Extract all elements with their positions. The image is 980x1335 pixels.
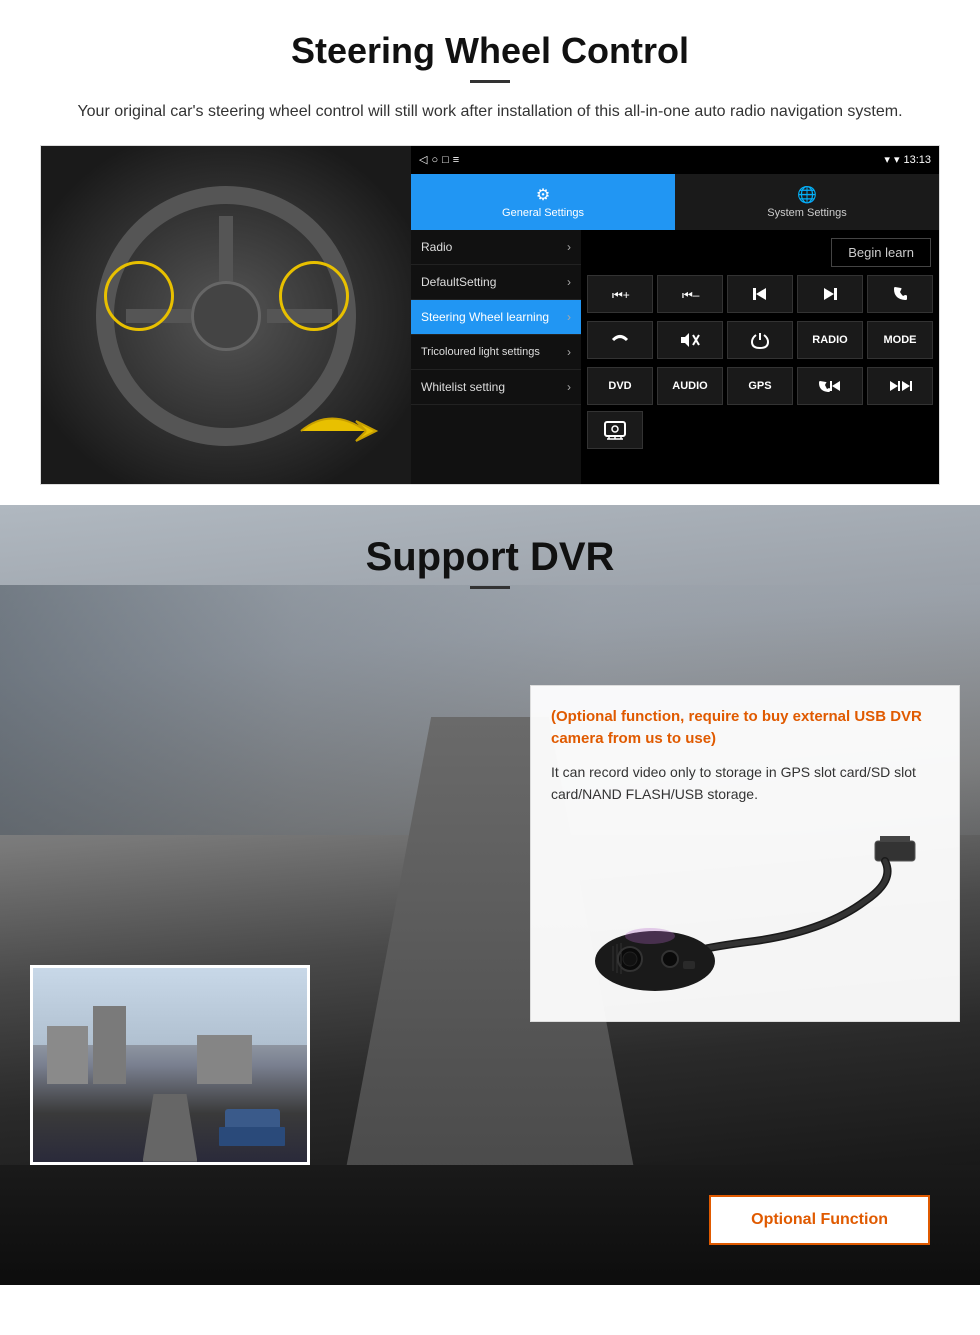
svg-text:⏮–: ⏮– [682, 288, 700, 302]
dvr-divider [470, 586, 510, 589]
ctrl-vol-down[interactable]: ⏮– [657, 275, 723, 313]
next-track-icon [820, 284, 840, 304]
tab-general-settings[interactable]: ⚙ General Settings [411, 174, 675, 230]
wheel-spoke-top [219, 216, 233, 281]
control-row-4 [581, 409, 939, 451]
ctrl-power[interactable] [727, 321, 793, 359]
menu-item-whitelist[interactable]: Whitelist setting › [411, 370, 581, 405]
dvr-camera-svg [555, 821, 935, 1001]
menu-item-steering-wheel[interactable]: Steering Wheel learning › [411, 300, 581, 335]
menu-item-default-setting[interactable]: DefaultSetting › [411, 265, 581, 300]
menu-steering-label: Steering Wheel learning [421, 310, 549, 324]
menu-radio-label: Radio [421, 240, 452, 254]
nav-home-icon: ○ [431, 154, 438, 166]
tab-system-settings[interactable]: 🌐 System Settings [675, 174, 939, 230]
tab-general-label: General Settings [502, 207, 584, 219]
steering-photo-bg [41, 146, 411, 485]
ctrl-prev-track[interactable] [727, 275, 793, 313]
ctrl-phone-prev[interactable] [797, 367, 863, 405]
extra-icon [603, 420, 627, 440]
menu-item-radio[interactable]: Radio › [411, 230, 581, 265]
ctrl-radio[interactable]: RADIO [797, 321, 863, 359]
dvr-info-card: (Optional function, require to buy exter… [530, 685, 960, 1023]
ctrl-phone[interactable] [867, 275, 933, 313]
dvr-optional-text: (Optional function, require to buy exter… [551, 706, 939, 751]
steering-photo [41, 146, 411, 485]
title-divider [470, 80, 510, 83]
tab-system-label: System Settings [767, 207, 846, 219]
optional-function-button[interactable]: Optional Function [709, 1195, 930, 1245]
highlight-circle-left [104, 261, 174, 331]
nav-back-icon: ◁ [419, 153, 427, 166]
dvr-section: Support DVR (Optional function, require … [0, 505, 980, 1285]
dvr-heading: Support DVR [0, 535, 980, 580]
ctrl-gps[interactable]: GPS [727, 367, 793, 405]
dvr-title-block: Support DVR [0, 535, 980, 589]
steering-title: Steering Wheel Control [40, 30, 940, 72]
hangup-icon [610, 330, 630, 350]
prev-next-icon [888, 377, 912, 395]
gear-icon: ⚙ [536, 185, 550, 205]
radio-label: RADIO [812, 334, 847, 346]
nav-menu-icon: ≡ [453, 154, 459, 166]
menu-item-tricoloured[interactable]: Tricoloured light settings › [411, 335, 581, 370]
ctrl-mute[interactable] [657, 321, 723, 359]
android-tabs: ⚙ General Settings 🌐 System Settings [411, 174, 939, 230]
mute-icon [679, 331, 701, 349]
controls-area: Begin learn ⏮+ ⏮– [581, 230, 939, 484]
signal-icon: ▾ [884, 153, 890, 166]
wifi-icon: ▾ [894, 153, 900, 166]
system-icon: 🌐 [797, 185, 817, 205]
ctrl-hangup[interactable] [587, 321, 653, 359]
android-panel: ◁ ○ □ ≡ ▾ ▾ 13:13 ⚙ General Settings 🌐 S… [411, 146, 939, 484]
dvr-product-illustration [551, 821, 939, 1001]
ctrl-dvd[interactable]: DVD [587, 367, 653, 405]
settings-menu: Radio › DefaultSetting › Steering Wheel … [411, 230, 581, 484]
control-row-3: DVD AUDIO GPS [581, 363, 939, 409]
prev-track-icon [750, 284, 770, 304]
begin-learn-row: Begin learn [581, 230, 939, 271]
steering-demo-area: ◁ ○ □ ≡ ▾ ▾ 13:13 ⚙ General Settings 🌐 S… [40, 145, 940, 485]
ctrl-extra[interactable] [587, 411, 643, 449]
ctrl-audio[interactable]: AUDIO [657, 367, 723, 405]
ctrl-mode[interactable]: MODE [867, 321, 933, 359]
phone-prev-icon [818, 377, 842, 395]
ctrl-vol-up[interactable]: ⏮+ [587, 275, 653, 313]
menu-whitelist-arrow: › [567, 380, 571, 394]
wheel-center [191, 281, 261, 351]
menu-default-label: DefaultSetting [421, 275, 496, 289]
android-statusbar: ◁ ○ □ ≡ ▾ ▾ 13:13 [411, 146, 939, 174]
menu-whitelist-label: Whitelist setting [421, 380, 505, 394]
dvr-description-text: It can record video only to storage in G… [551, 761, 939, 806]
steering-subtitle: Your original car's steering wheel contr… [40, 99, 940, 125]
menu-and-controls: Radio › DefaultSetting › Steering Wheel … [411, 230, 939, 484]
dvd-label: DVD [608, 380, 631, 392]
vol-down-icon: ⏮– [680, 284, 700, 304]
menu-radio-arrow: › [567, 240, 571, 254]
mode-label: MODE [884, 334, 917, 346]
menu-default-arrow: › [567, 275, 571, 289]
menu-steering-arrow: › [567, 310, 571, 324]
dvr-preview-image [30, 965, 310, 1165]
power-icon [750, 330, 770, 350]
menu-tricoloured-label: Tricoloured light settings [421, 346, 540, 358]
ctrl-next-track[interactable] [797, 275, 863, 313]
gps-label: GPS [748, 380, 771, 392]
begin-learn-button[interactable]: Begin learn [831, 238, 931, 267]
vol-up-icon: ⏮+ [610, 284, 630, 304]
highlight-circle-right [279, 261, 349, 331]
control-row-1: ⏮+ ⏮– [581, 271, 939, 317]
time-display: 13:13 [903, 154, 931, 166]
ctrl-prev-next[interactable] [867, 367, 933, 405]
arrow-icon [291, 396, 391, 466]
steering-section: Steering Wheel Control Your original car… [0, 0, 980, 505]
control-row-2: RADIO MODE [581, 317, 939, 363]
svg-text:⏮+: ⏮+ [612, 288, 630, 302]
audio-label: AUDIO [672, 380, 707, 392]
nav-recents-icon: □ [442, 154, 449, 166]
menu-tricoloured-arrow: › [567, 345, 571, 359]
phone-icon [890, 284, 910, 304]
